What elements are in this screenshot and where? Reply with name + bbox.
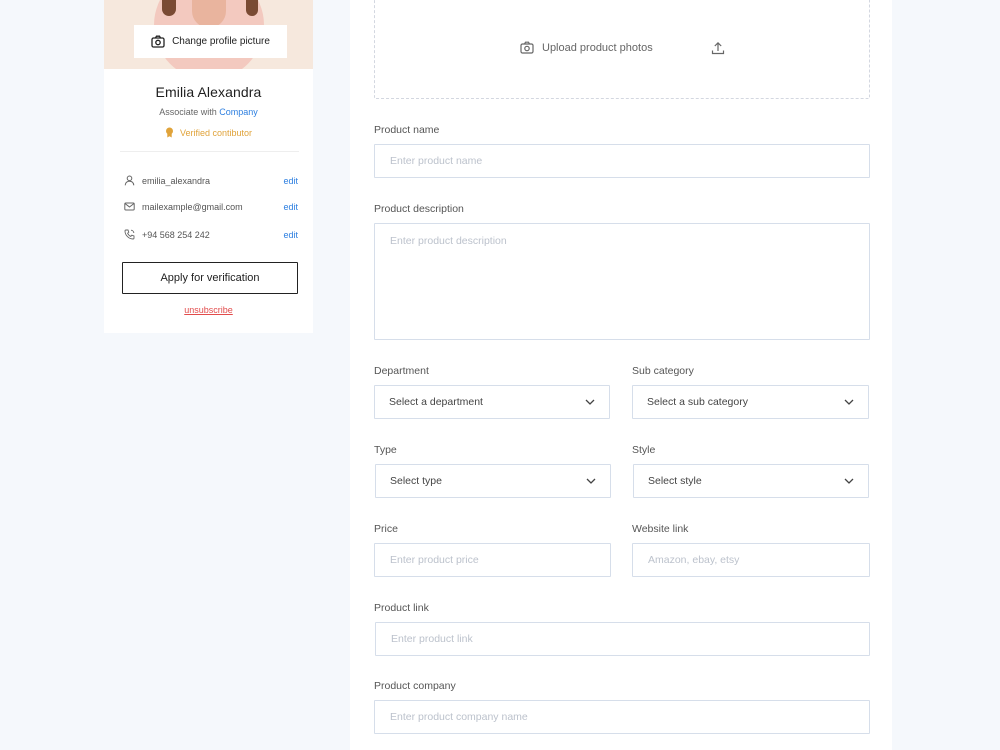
verified-badge: Verified contibutor <box>104 127 313 138</box>
style-label: Style <box>632 444 656 456</box>
product-name-label: Product name <box>374 124 440 136</box>
chevron-down-icon <box>844 399 854 405</box>
edit-username-link[interactable]: edit <box>283 176 298 186</box>
contact-row-username: emilia_alexandra edit <box>124 173 298 189</box>
price-input[interactable] <box>374 543 611 577</box>
sub-category-select[interactable]: Select a sub category <box>632 385 869 419</box>
change-profile-picture-button[interactable]: Change profile picture <box>134 25 287 58</box>
upload-label: Upload product photos <box>542 41 653 54</box>
edit-phone-link[interactable]: edit <box>283 230 298 240</box>
website-link-label: Website link <box>632 523 689 535</box>
product-name-input[interactable] <box>374 144 870 178</box>
photo-upload-dropzone[interactable]: Upload product photos <box>374 0 870 99</box>
profile-card: Change profile picture Emilia Alexandra … <box>104 0 313 333</box>
unsubscribe-link[interactable]: unsubscribe <box>104 305 313 315</box>
user-icon <box>124 175 136 187</box>
style-value: Select style <box>648 475 702 487</box>
phone-value: +94 568 254 242 <box>142 230 210 240</box>
contact-row-phone: +94 568 254 242 edit <box>124 227 298 243</box>
page: Change profile picture Emilia Alexandra … <box>0 0 1000 750</box>
product-link-input[interactable] <box>375 622 870 656</box>
camera-icon <box>520 41 534 54</box>
change-profile-picture-label: Change profile picture <box>172 36 270 47</box>
associate-prefix: Associate with <box>159 107 217 117</box>
photo-hair-left <box>162 0 176 16</box>
upload-product-photos[interactable]: Upload product photos <box>520 41 653 54</box>
department-label: Department <box>374 365 429 377</box>
profile-photo: Change profile picture <box>104 0 313 69</box>
verified-label: Verified contibutor <box>179 127 253 138</box>
type-label: Type <box>374 444 397 456</box>
contact-row-email: mailexample@gmail.com edit <box>124 199 298 215</box>
email-value: mailexample@gmail.com <box>142 202 243 212</box>
photo-hair-right <box>246 0 258 16</box>
apply-for-verification-button[interactable]: Apply for verification <box>122 262 298 294</box>
camera-icon <box>151 35 165 48</box>
department-select[interactable]: Select a department <box>374 385 610 419</box>
product-company-label: Product company <box>374 680 456 692</box>
sub-category-label: Sub category <box>632 365 694 377</box>
product-form: Upload product photos Product name Produ… <box>350 0 892 750</box>
chevron-down-icon <box>586 478 596 484</box>
divider <box>120 151 299 152</box>
chevron-down-icon <box>844 478 854 484</box>
product-description-textarea[interactable] <box>374 223 870 340</box>
sub-category-value: Select a sub category <box>647 396 748 408</box>
department-value: Select a department <box>389 396 483 408</box>
mail-icon <box>124 201 136 213</box>
price-label: Price <box>374 523 398 535</box>
upload-icon[interactable] <box>711 41 725 55</box>
phone-icon <box>124 229 136 241</box>
chevron-down-icon <box>585 399 595 405</box>
profile-name: Emilia Alexandra <box>155 84 262 100</box>
product-company-input[interactable] <box>374 700 870 734</box>
website-link-input[interactable] <box>632 543 870 577</box>
type-select[interactable]: Select type <box>375 464 611 498</box>
username-value: emilia_alexandra <box>142 176 211 186</box>
style-select[interactable]: Select style <box>633 464 869 498</box>
product-description-label: Product description <box>374 203 464 215</box>
associate-line: Associate with Company <box>104 107 313 117</box>
company-link[interactable]: Company <box>219 107 258 117</box>
product-link-label: Product link <box>374 602 429 614</box>
award-icon <box>165 127 174 138</box>
type-value: Select type <box>390 475 442 487</box>
edit-email-link[interactable]: edit <box>283 202 298 212</box>
